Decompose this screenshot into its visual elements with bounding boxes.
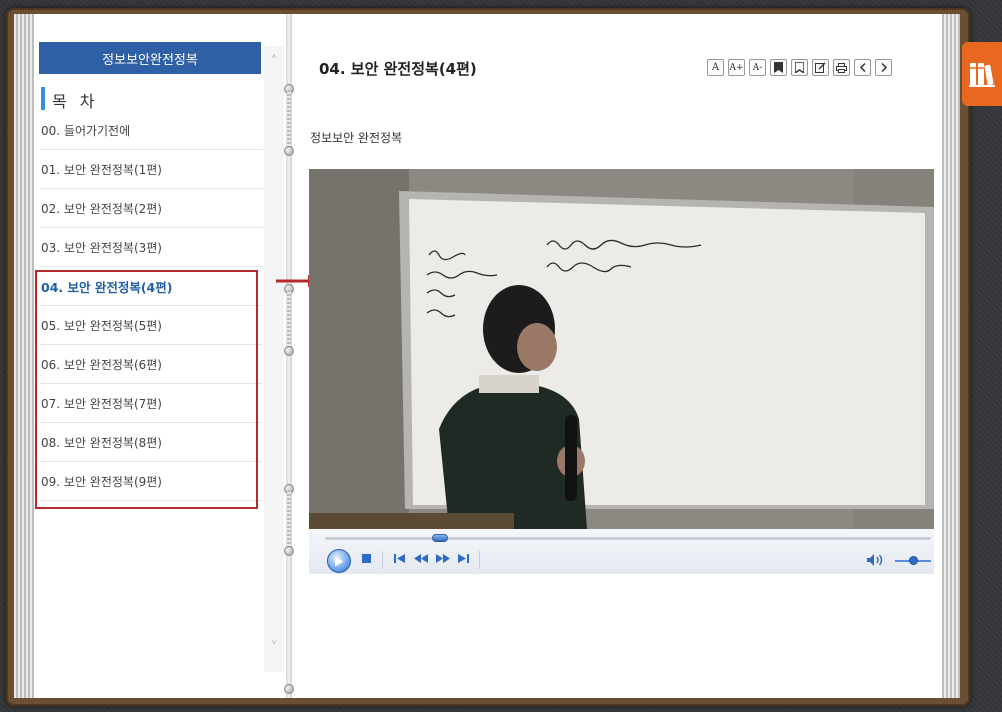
scroll-up-icon[interactable]: ˄ bbox=[264, 52, 284, 72]
next-track-button[interactable] bbox=[458, 554, 469, 563]
reader-toolbar: A A+ A- bbox=[707, 59, 892, 76]
ring-dot bbox=[284, 684, 294, 694]
play-icon bbox=[335, 556, 344, 566]
ring-coil bbox=[287, 490, 291, 548]
next-page-icon[interactable] bbox=[875, 59, 892, 76]
seek-handle[interactable] bbox=[432, 534, 449, 542]
previous-page-icon[interactable] bbox=[854, 59, 871, 76]
toc-item[interactable]: 03. 보안 완전정복(3편) bbox=[39, 228, 263, 267]
lecture-video[interactable] bbox=[309, 169, 934, 529]
memo-icon[interactable] bbox=[812, 59, 829, 76]
font-decrease-icon[interactable]: A- bbox=[749, 59, 766, 76]
seek-bar[interactable] bbox=[325, 537, 931, 540]
ring-coil bbox=[287, 90, 291, 148]
fast-forward-button[interactable] bbox=[436, 554, 450, 563]
toc-title-accent bbox=[41, 87, 45, 110]
bookmark-list-icon[interactable] bbox=[791, 59, 808, 76]
ring-coil bbox=[287, 290, 291, 348]
library-tab[interactable] bbox=[962, 42, 1002, 106]
toc-heading: 목 차 bbox=[52, 92, 99, 111]
font-increase-label: A+ bbox=[729, 62, 744, 73]
binder-ring bbox=[284, 684, 294, 698]
control-separator bbox=[479, 551, 480, 569]
toc-item[interactable]: 02. 보안 완전정복(2편) bbox=[39, 189, 263, 228]
bookmark-icon[interactable] bbox=[770, 59, 787, 76]
video-frame-image bbox=[309, 169, 934, 529]
binder-ring bbox=[284, 84, 294, 156]
control-separator bbox=[382, 551, 383, 569]
video-controls bbox=[309, 529, 934, 574]
font-reset-icon[interactable]: A bbox=[707, 59, 724, 76]
print-icon[interactable] bbox=[833, 59, 850, 76]
toc-scrollbar[interactable]: ˄ ˅ bbox=[264, 46, 284, 672]
right-page-edges bbox=[942, 14, 960, 698]
toc-item[interactable]: 01. 보안 완전정복(1편) bbox=[39, 150, 263, 189]
font-increase-icon[interactable]: A+ bbox=[728, 59, 745, 76]
play-button[interactable] bbox=[327, 549, 351, 573]
ring-dot bbox=[284, 146, 294, 156]
ring-dot bbox=[284, 346, 294, 356]
left-page-edges bbox=[14, 14, 34, 698]
books-icon bbox=[969, 63, 995, 87]
font-reset-label: A bbox=[711, 62, 720, 73]
scroll-down-icon[interactable]: ˅ bbox=[264, 638, 284, 658]
rewind-button[interactable] bbox=[414, 554, 428, 563]
font-decrease-label: A- bbox=[752, 62, 763, 73]
volume-icon[interactable] bbox=[867, 554, 883, 566]
volume-handle[interactable] bbox=[909, 556, 918, 565]
course-title-button[interactable]: 정보보안완전정복 bbox=[39, 42, 261, 74]
page-title: 04. 보안 완전정복(4편) bbox=[319, 60, 477, 78]
ring-dot bbox=[284, 546, 294, 556]
section-subtitle: 정보보안 완전정복 bbox=[310, 131, 403, 145]
previous-track-button[interactable] bbox=[394, 554, 405, 563]
stop-button[interactable] bbox=[362, 554, 371, 563]
binder-ring bbox=[284, 484, 294, 556]
annotation-highlight-box bbox=[35, 270, 258, 509]
binder-ring bbox=[284, 284, 294, 356]
toc-item[interactable]: 00. 들어가기전에 bbox=[39, 111, 263, 150]
